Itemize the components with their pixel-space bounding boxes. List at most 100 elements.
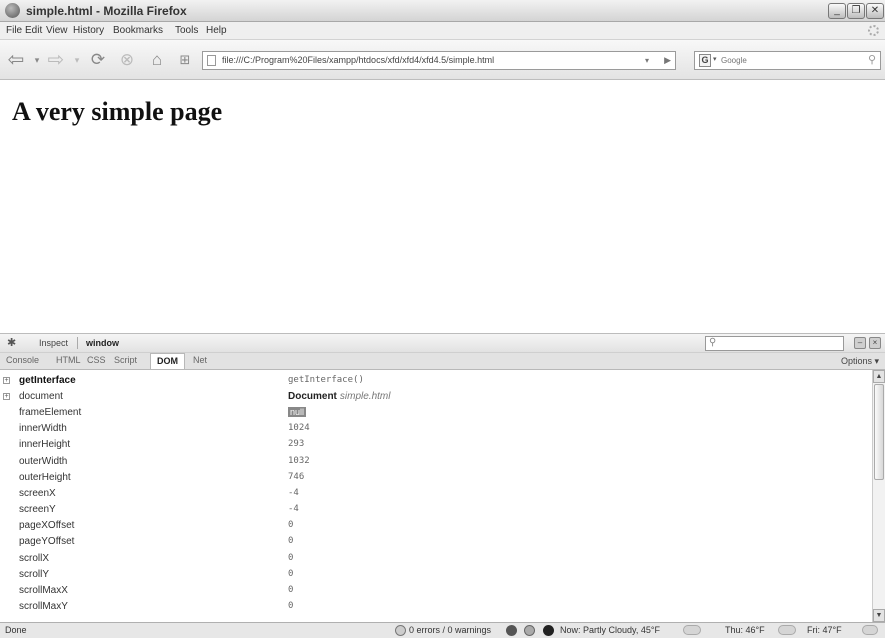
menu-bookmarks[interactable]: Bookmarks bbox=[113, 25, 163, 36]
property-name: innerHeight bbox=[19, 439, 71, 450]
property-value: 0 bbox=[288, 601, 294, 611]
navigation-toolbar: ⇦ ▾ ⇨ ▾ ⟳ ⊗ ⌂ ⊞ file:///C:/Program%20Fil… bbox=[0, 40, 885, 80]
property-value: 0 bbox=[288, 585, 294, 595]
tab-dom[interactable]: DOM bbox=[150, 353, 185, 369]
reload-icon[interactable]: ⟳ bbox=[88, 50, 108, 70]
property-value: 293 bbox=[288, 439, 305, 449]
dom-row[interactable]: pageXOffset 0 bbox=[0, 518, 872, 534]
weather-now[interactable]: Now: Partly Cloudy, 45°F bbox=[560, 625, 660, 635]
url-history-dropdown-icon[interactable]: ▾ bbox=[641, 54, 653, 67]
dom-row[interactable]: scrollX 0 bbox=[0, 551, 872, 567]
dom-row[interactable]: scrollY 0 bbox=[0, 567, 872, 583]
firebug-tab-bar: Console HTML CSS Script DOM Net Options … bbox=[0, 353, 885, 370]
window-title: simple.html - Mozilla Firefox bbox=[26, 4, 187, 18]
forecast-friday[interactable]: Fri: 47°F bbox=[807, 625, 842, 635]
menu-view[interactable]: View bbox=[46, 25, 68, 36]
search-input[interactable] bbox=[721, 54, 851, 67]
firebug-search-icon: ⚲ bbox=[709, 337, 717, 348]
dom-row[interactable]: screenX -4 bbox=[0, 486, 872, 502]
firebug-status-icon[interactable] bbox=[543, 625, 554, 636]
status-text: Done bbox=[5, 625, 27, 635]
back-icon[interactable]: ⇦ bbox=[6, 50, 26, 70]
inspect-button[interactable]: Inspect bbox=[39, 338, 68, 348]
firefox-icon bbox=[5, 3, 20, 18]
new-tab-icon[interactable]: ⊞ bbox=[175, 50, 195, 70]
forecast-thursday[interactable]: Thu: 46°F bbox=[725, 625, 765, 635]
addon-icon[interactable] bbox=[506, 625, 517, 636]
property-value: -4 bbox=[288, 488, 299, 498]
close-button[interactable]: ✕ bbox=[866, 3, 884, 19]
menu-file[interactable]: File bbox=[6, 25, 22, 36]
restore-button[interactable]: ❐ bbox=[847, 3, 865, 19]
property-name: outerWidth bbox=[19, 456, 68, 467]
toolbar-divider bbox=[77, 337, 78, 349]
scroll-down-icon[interactable]: ▼ bbox=[873, 609, 885, 622]
dom-row[interactable]: innerWidth 1024 bbox=[0, 421, 872, 437]
tab-css[interactable]: CSS bbox=[87, 355, 106, 365]
url-text[interactable]: file:///C:/Program%20Files/xampp/htdocs/… bbox=[222, 55, 494, 65]
back-history-dropdown-icon[interactable]: ▾ bbox=[27, 50, 47, 70]
options-menu[interactable]: Options ▾ bbox=[841, 356, 879, 367]
error-console-icon[interactable] bbox=[395, 625, 406, 636]
location-bar[interactable]: file:///C:/Program%20Files/xampp/htdocs/… bbox=[202, 51, 676, 70]
tab-net[interactable]: Net bbox=[193, 355, 207, 365]
breadcrumb[interactable]: window bbox=[86, 338, 119, 348]
dom-row[interactable]: scrollMaxX 0 bbox=[0, 583, 872, 599]
firebug-bug-icon[interactable]: ✱ bbox=[7, 337, 21, 349]
firebug-toolbar: ✱ Inspect window ⚲ – × bbox=[0, 333, 885, 353]
property-name: pageXOffset bbox=[19, 520, 75, 531]
null-value: null bbox=[288, 407, 307, 417]
firebug-minimize-icon[interactable]: – bbox=[854, 337, 866, 349]
tab-console[interactable]: Console bbox=[6, 355, 39, 365]
go-icon[interactable]: ▶ bbox=[664, 54, 671, 67]
property-value: 0 bbox=[288, 520, 294, 530]
minimize-button[interactable]: _ bbox=[828, 3, 846, 19]
dom-row[interactable]: outerHeight 746 bbox=[0, 470, 872, 486]
forward-icon[interactable]: ⇨ bbox=[46, 50, 66, 70]
dom-row[interactable]: outerWidth 1032 bbox=[0, 454, 872, 470]
dom-row[interactable]: scrollMaxY 0 bbox=[0, 599, 872, 615]
scrollbar-thumb[interactable] bbox=[874, 384, 884, 480]
property-value: 746 bbox=[288, 472, 305, 482]
scroll-up-icon[interactable]: ▲ bbox=[873, 370, 885, 383]
property-name: innerWidth bbox=[19, 423, 67, 434]
property-value: 0 bbox=[288, 569, 294, 579]
google-engine-icon[interactable]: G bbox=[699, 54, 711, 67]
tab-script[interactable]: Script bbox=[114, 355, 137, 365]
property-value: 1032 bbox=[288, 456, 310, 466]
home-icon[interactable]: ⌂ bbox=[147, 50, 167, 70]
menu-edit[interactable]: Edit bbox=[25, 25, 42, 36]
menu-tools[interactable]: Tools bbox=[175, 25, 198, 36]
settings-icon[interactable] bbox=[524, 625, 535, 636]
stop-icon[interactable]: ⊗ bbox=[117, 50, 137, 70]
property-name: scrollY bbox=[19, 569, 50, 580]
forward-history-dropdown-icon[interactable]: ▾ bbox=[67, 50, 87, 70]
dom-row[interactable]: + getInterface getInterface() bbox=[0, 373, 872, 389]
cloud-icon bbox=[683, 625, 701, 635]
property-name: document bbox=[19, 391, 63, 402]
cloud-icon bbox=[778, 625, 796, 635]
tab-html[interactable]: HTML bbox=[56, 355, 81, 365]
firebug-close-icon[interactable]: × bbox=[869, 337, 881, 349]
property-value: getInterface() bbox=[288, 375, 364, 385]
firebug-search-input[interactable]: ⚲ bbox=[705, 336, 844, 351]
engine-dropdown-icon[interactable]: ▾ bbox=[713, 55, 717, 63]
dom-row[interactable]: screenY -4 bbox=[0, 502, 872, 518]
search-icon[interactable]: ⚲ bbox=[868, 54, 876, 67]
property-name: screenY bbox=[19, 504, 56, 515]
property-value: 0 bbox=[288, 553, 294, 563]
dom-panel-scrollbar[interactable]: ▲ ▼ bbox=[872, 370, 885, 622]
error-count[interactable]: 0 errors / 0 warnings bbox=[409, 625, 491, 635]
property-value: 1024 bbox=[288, 423, 310, 433]
dom-row[interactable]: + document Document simple.html bbox=[0, 389, 872, 405]
object-type: Document bbox=[288, 391, 337, 402]
dom-row[interactable]: innerHeight 293 bbox=[0, 437, 872, 453]
dom-row[interactable]: frameElement null bbox=[0, 405, 872, 421]
property-value: Document simple.html bbox=[288, 391, 390, 402]
menu-history[interactable]: History bbox=[73, 25, 104, 36]
expand-icon[interactable]: + bbox=[3, 377, 10, 384]
expand-icon[interactable]: + bbox=[3, 393, 10, 400]
dom-row[interactable]: pageYOffset 0 bbox=[0, 534, 872, 550]
menu-help[interactable]: Help bbox=[206, 25, 227, 36]
object-link[interactable]: simple.html bbox=[340, 391, 391, 402]
